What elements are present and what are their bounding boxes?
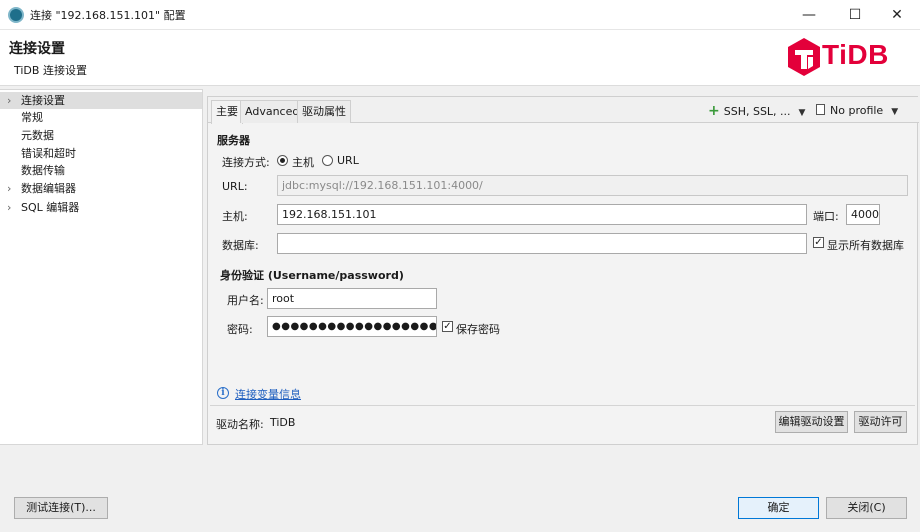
- expand-arrow-icon[interactable]: ›: [7, 199, 11, 216]
- nav-item-label: 常规: [21, 111, 43, 124]
- close-button[interactable]: 关闭(C): [826, 497, 907, 519]
- nav-item-label: 错误和超时: [21, 147, 76, 160]
- username-label: 用户名:: [227, 294, 264, 307]
- url-label: URL:: [222, 180, 248, 193]
- host-label: 主机:: [222, 210, 248, 223]
- username-field[interactable]: root: [267, 288, 437, 309]
- settings-nav-tree: › 连接设置 常规 元数据 错误和超时 数据传输 › 数据编辑器 › SQL 编…: [0, 89, 203, 445]
- database-label: 数据库:: [222, 239, 259, 252]
- profile-label: No profile: [830, 104, 884, 117]
- host-radio[interactable]: [277, 155, 288, 166]
- expand-arrow-icon[interactable]: ›: [7, 92, 11, 109]
- nav-item-label: 连接设置: [21, 94, 65, 107]
- nav-item-data-transfer[interactable]: 数据传输: [0, 162, 202, 179]
- nav-item-sql-editor[interactable]: › SQL 编辑器: [0, 199, 202, 216]
- port-label: 端口:: [813, 210, 839, 223]
- title-bar: 连接 "192.168.151.101" 配置 — ☐ ✕: [0, 0, 920, 30]
- window-title: 连接 "192.168.151.101" 配置: [30, 9, 186, 22]
- url-field: jdbc:mysql://192.168.151.101:4000/: [277, 175, 908, 196]
- tab-advanced[interactable]: Advanced: [240, 100, 305, 123]
- show-all-databases-checkbox[interactable]: ✓: [813, 237, 824, 248]
- connection-variables-link[interactable]: 连接变量信息: [235, 386, 301, 402]
- document-icon: [816, 104, 825, 115]
- host-field[interactable]: 192.168.151.101: [277, 204, 807, 225]
- app-icon: [8, 7, 24, 23]
- minimize-button[interactable]: —: [786, 0, 832, 30]
- dialog-header: 连接设置 TiDB 连接设置 TiDB: [0, 30, 920, 86]
- nav-item-data-editor[interactable]: › 数据编辑器: [0, 180, 202, 197]
- tab-main[interactable]: 主要: [211, 100, 243, 124]
- ok-button[interactable]: 确定: [738, 497, 819, 519]
- ssh-ssl-dropdown[interactable]: + SSH, SSL, ... ▼: [708, 101, 805, 121]
- connection-settings-panel: 主要 Advanced 驱动属性 + SSH, SSL, ... ▼ No prof…: [207, 96, 919, 445]
- test-connection-button[interactable]: 测试连接(T)...: [14, 497, 108, 519]
- nav-item-general[interactable]: 常规: [0, 109, 202, 126]
- page-subtitle: TiDB 连接设置: [14, 64, 87, 77]
- nav-item-label: SQL 编辑器: [21, 201, 80, 214]
- chevron-down-icon: ▼: [798, 108, 806, 118]
- url-radio-label[interactable]: URL: [337, 154, 359, 167]
- plus-icon: +: [708, 103, 720, 119]
- tab-bar: 主要 Advanced 驱动属性 + SSH, SSL, ... ▼ No prof…: [208, 97, 919, 124]
- driver-name-label: 驱动名称:: [216, 418, 264, 431]
- nav-item-label: 元数据: [21, 129, 54, 142]
- password-label: 密码:: [227, 323, 253, 336]
- tidb-logo: TiDB: [786, 33, 906, 81]
- save-password-label[interactable]: 保存密码: [456, 321, 500, 337]
- nav-item-metadata[interactable]: 元数据: [0, 127, 202, 144]
- port-field[interactable]: 4000: [846, 204, 880, 225]
- close-window-button[interactable]: ✕: [874, 0, 920, 30]
- ssh-ssl-label: SSH, SSL, ...: [723, 105, 791, 118]
- profile-dropdown[interactable]: No profile ▼: [816, 101, 898, 121]
- edit-driver-settings-button[interactable]: 编辑驱动设置: [775, 411, 848, 433]
- nav-item-errors-timeouts[interactable]: 错误和超时: [0, 145, 202, 162]
- password-field[interactable]: ●●●●●●●●●●●●●●●●●●: [267, 316, 437, 337]
- nav-item-connection-settings[interactable]: › 连接设置: [0, 92, 202, 109]
- auth-section-title: 身份验证 (Username/password): [220, 269, 404, 282]
- page-title: 连接设置: [9, 41, 65, 57]
- chevron-down-icon: ▼: [891, 107, 899, 117]
- driver-name-value: TiDB: [270, 416, 296, 429]
- tab-driver-properties[interactable]: 驱动属性: [297, 100, 351, 123]
- show-all-databases-label[interactable]: 显示所有数据库: [827, 237, 904, 253]
- tidb-logo-icon: [788, 38, 820, 76]
- database-field[interactable]: [277, 233, 807, 254]
- maximize-button[interactable]: ☐: [832, 0, 878, 30]
- divider: [210, 405, 915, 406]
- nav-item-label: 数据编辑器: [21, 182, 76, 195]
- driver-license-button[interactable]: 驱动许可: [854, 411, 907, 433]
- expand-arrow-icon[interactable]: ›: [7, 180, 11, 197]
- connect-mode-label: 连接方式:: [222, 156, 270, 169]
- nav-item-label: 数据传输: [21, 164, 65, 177]
- info-icon: i: [217, 387, 229, 399]
- tidb-logo-text: TiDB: [822, 39, 889, 70]
- host-radio-label[interactable]: 主机: [292, 154, 314, 170]
- url-radio[interactable]: [322, 155, 333, 166]
- save-password-checkbox[interactable]: ✓: [442, 321, 453, 332]
- server-section-title: 服务器: [217, 134, 250, 147]
